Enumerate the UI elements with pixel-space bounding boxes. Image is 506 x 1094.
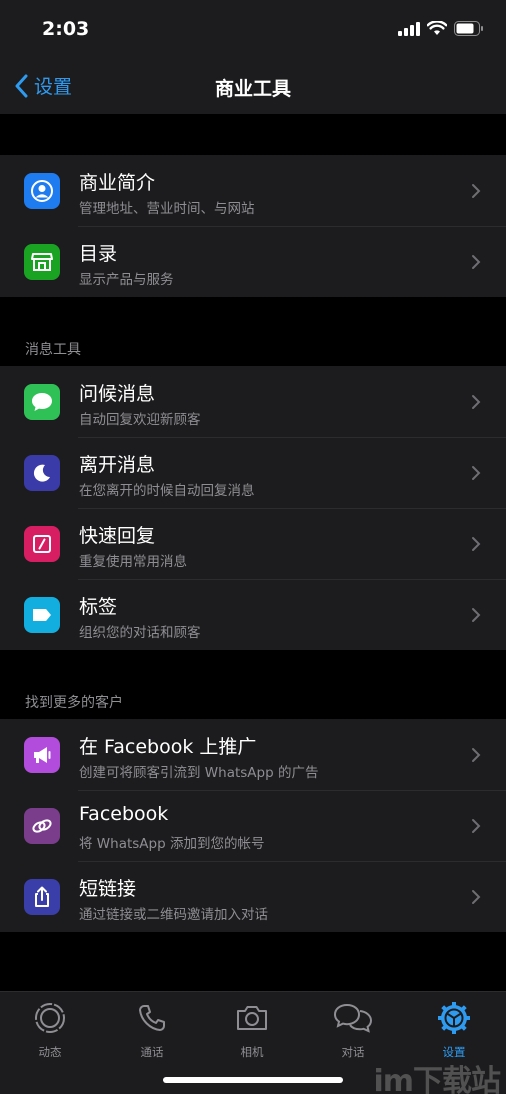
label-tag-icon <box>24 597 60 633</box>
storefront-profile-icon <box>24 173 60 209</box>
row-catalog[interactable]: 目录 显示产品与服务 <box>0 226 506 297</box>
row-short-link[interactable]: 短链接 通过链接或二维码邀请加入对话 <box>0 861 506 932</box>
row-subtitle: 组织您的对话和顾客 <box>79 625 201 641</box>
quick-reply-icon <box>24 526 60 562</box>
tab-status[interactable]: 动态 <box>10 1000 90 1060</box>
page-title: 商业工具 <box>214 78 291 100</box>
home-indicator <box>163 1077 343 1083</box>
section-header-customers: 找到更多的客户 <box>25 695 123 711</box>
group-messaging: 问候消息 自动回复欢迎新顾客 离开消息 在您离开的时候自动回复消息 快速回复 重… <box>0 366 506 650</box>
group-customers: 在 Facebook 上推广 创建可将顾客引流到 WhatsApp 的广告 Fa… <box>0 719 506 932</box>
row-title: 离开消息 <box>79 454 156 476</box>
row-subtitle: 管理地址、营业时间、与网站 <box>79 201 255 217</box>
row-subtitle: 通过链接或二维码邀请加入对话 <box>79 907 268 923</box>
group-business: 商业简介 管理地址、营业时间、与网站 目录 显示产品与服务 <box>0 155 506 297</box>
tab-chats[interactable]: 对话 <box>313 1000 393 1060</box>
status-icon <box>35 1003 65 1033</box>
row-title: 快速回复 <box>79 525 156 547</box>
row-business-profile[interactable]: 商业简介 管理地址、营业时间、与网站 <box>0 155 506 226</box>
settings-gear-icon <box>438 1002 470 1034</box>
chevron-right-icon <box>472 748 481 762</box>
row-title: Facebook <box>79 803 169 825</box>
row-away-message[interactable]: 离开消息 在您离开的时候自动回复消息 <box>0 437 506 508</box>
megaphone-icon <box>24 737 60 773</box>
status-time: 2:03 <box>42 18 90 40</box>
navigation-bar: 设置 商业工具 <box>0 60 506 114</box>
chevron-right-icon <box>472 608 481 622</box>
row-promote-facebook[interactable]: 在 Facebook 上推广 创建可将顾客引流到 WhatsApp 的广告 <box>0 719 506 790</box>
tab-label: 通话 <box>140 1045 164 1059</box>
camera-icon <box>237 1006 267 1030</box>
chevron-right-icon <box>472 819 481 833</box>
row-subtitle: 显示产品与服务 <box>79 272 174 288</box>
chevron-right-icon <box>472 466 481 480</box>
chevron-right-icon <box>472 255 481 269</box>
chat-bubble-icon <box>24 384 60 420</box>
watermark: im下载站 <box>373 1064 501 1094</box>
row-greeting-message[interactable]: 问候消息 自动回复欢迎新顾客 <box>0 366 506 437</box>
link-rings-icon <box>24 808 60 844</box>
row-labels[interactable]: 标签 组织您的对话和顾客 <box>0 579 506 650</box>
row-title: 问候消息 <box>79 383 156 405</box>
chevron-right-icon <box>472 537 481 551</box>
row-subtitle: 创建可将顾客引流到 WhatsApp 的广告 <box>79 765 319 781</box>
row-title: 标签 <box>79 596 118 618</box>
row-title: 短链接 <box>79 878 137 900</box>
share-icon <box>24 879 60 915</box>
chevron-right-icon <box>472 890 481 904</box>
chats-icon <box>333 1003 373 1033</box>
chevron-right-icon <box>472 395 481 409</box>
row-subtitle: 自动回复欢迎新顾客 <box>79 412 201 428</box>
wifi-icon <box>427 21 447 35</box>
row-title: 目录 <box>79 243 118 265</box>
tab-label: 动态 <box>38 1045 62 1059</box>
row-subtitle: 在您离开的时候自动回复消息 <box>79 483 255 499</box>
section-header-messaging: 消息工具 <box>25 342 81 358</box>
tab-settings[interactable]: 设置 <box>414 1000 494 1060</box>
row-quick-replies[interactable]: 快速回复 重复使用常用消息 <box>0 508 506 579</box>
tab-label: 相机 <box>240 1045 264 1059</box>
tab-calls[interactable]: 通话 <box>112 1000 192 1060</box>
battery-icon <box>454 21 483 36</box>
status-icons <box>398 21 484 36</box>
row-title: 商业简介 <box>79 172 156 194</box>
row-title: 在 Facebook 上推广 <box>79 736 257 758</box>
tab-camera[interactable]: 相机 <box>212 1000 292 1060</box>
phone-icon <box>139 1005 165 1031</box>
moon-icon <box>24 455 60 491</box>
row-facebook[interactable]: Facebook 将 WhatsApp 添加到您的帐号 <box>0 790 506 861</box>
chevron-right-icon <box>472 184 481 198</box>
catalog-shop-icon <box>24 244 60 280</box>
row-subtitle: 将 WhatsApp 添加到您的帐号 <box>79 836 265 852</box>
row-subtitle: 重复使用常用消息 <box>79 554 187 570</box>
status-bar: 2:03 <box>0 0 506 60</box>
cellular-signal-icon <box>398 21 420 36</box>
